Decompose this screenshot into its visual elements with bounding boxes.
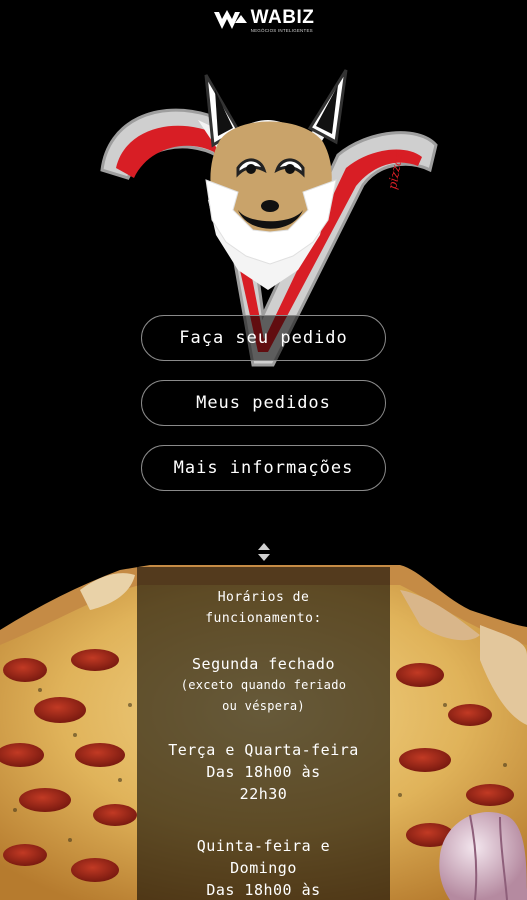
hours-tue-wed-time-1: Das 18h00 às bbox=[206, 763, 321, 781]
more-info-button[interactable]: Mais informações bbox=[141, 445, 386, 491]
hours-tue-wed-time-2: 22h30 bbox=[239, 785, 288, 803]
hours-thu-sun-1: Quinta-feira e bbox=[196, 837, 331, 855]
hours-monday-note-1: (exceto quando feriado bbox=[180, 678, 347, 692]
brand-name: WABIZ bbox=[250, 7, 315, 28]
order-button[interactable]: Faça seu pedido bbox=[141, 315, 386, 361]
brand-header: WABIZ NEGÓCIOS INTELIGENTES bbox=[0, 8, 527, 42]
home-screen: WABIZ NEGÓCIOS INTELIGENTES pizzas Faça … bbox=[0, 0, 527, 900]
opening-hours-panel: Horários de funcionamento: Segunda fecha… bbox=[137, 567, 390, 900]
hours-title-line-2: funcionamento: bbox=[205, 611, 322, 626]
hours-thu-sun-time-1: Das 18h00 às bbox=[206, 881, 321, 899]
brand-tagline: NEGÓCIOS INTELIGENTES bbox=[250, 28, 313, 33]
hours-thu-sun-2: Domingo bbox=[230, 859, 297, 877]
hours-tue-wed: Terça e Quarta-feira bbox=[168, 741, 359, 759]
hours-title-line-1: Horários de bbox=[217, 590, 310, 605]
sort-arrows-icon[interactable] bbox=[255, 540, 273, 564]
wabiz-logo-icon bbox=[213, 9, 249, 33]
my-orders-button[interactable]: Meus pedidos bbox=[141, 380, 386, 426]
hours-monday: Segunda fechado bbox=[192, 655, 335, 673]
hours-monday-note-2: ou véspera) bbox=[222, 699, 305, 713]
